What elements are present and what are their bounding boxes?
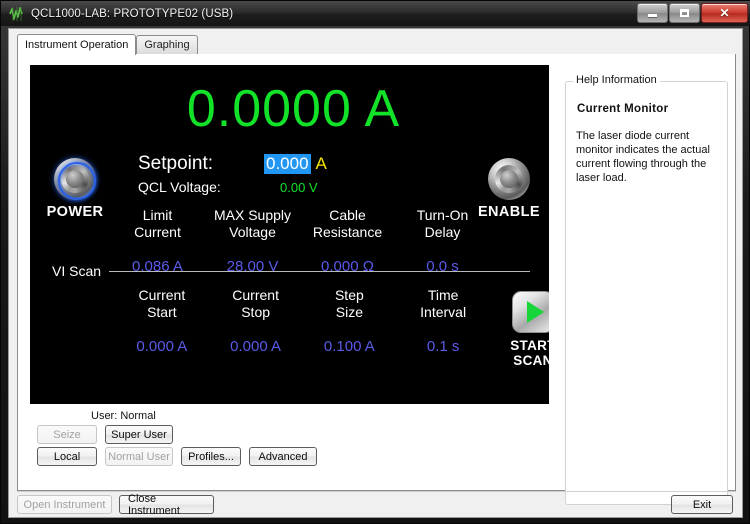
close-icon: ✕: [719, 6, 730, 20]
normal-user-button-label: Normal User: [108, 450, 170, 463]
tab-instrument-operation-label: Instrument Operation: [25, 39, 129, 51]
scan-label-line2: Start: [147, 304, 177, 320]
enable-knob-icon[interactable]: [488, 158, 530, 200]
bottom-bar-right: Exit: [671, 495, 733, 514]
tab-strip: Instrument Operation Graphing: [17, 34, 736, 55]
scan-value[interactable]: 0.1 s: [396, 338, 490, 355]
parameter-label-line2: Voltage: [229, 224, 276, 240]
vi-scan-header: VI Scan: [52, 263, 530, 279]
maximize-button[interactable]: [669, 3, 700, 23]
play-icon: [527, 301, 544, 323]
minimize-button[interactable]: [637, 3, 668, 23]
super-user-button[interactable]: Super User: [105, 425, 173, 444]
qcl-voltage-value: 0.00 V: [280, 180, 318, 195]
setpoint-row: Setpoint: 0.000 A: [138, 153, 368, 177]
bottom-bar-left: Open Instrument Close Instrument: [17, 492, 221, 517]
normal-user-button[interactable]: Normal User: [105, 447, 173, 466]
power-knob-icon[interactable]: [54, 158, 96, 200]
parameter-label-line2: Resistance: [312, 224, 383, 240]
vi-scan-title: VI Scan: [52, 263, 102, 279]
qcl-voltage-row: QCL Voltage: 0.00 V: [138, 179, 368, 199]
exit-button[interactable]: Exit: [671, 495, 733, 514]
help-title: Current Monitor: [577, 103, 669, 115]
power-indicator-ring: [58, 162, 96, 200]
super-user-button-label: Super User: [111, 428, 167, 441]
scan-label-line1: Current: [138, 287, 186, 303]
parameter-label-line1: Cable: [329, 207, 366, 223]
local-button[interactable]: Local: [37, 447, 97, 466]
parameter-label-line2: Delay: [424, 224, 461, 240]
start-scan-control[interactable]: START SCAN: [498, 287, 549, 368]
seize-button-label: Seize: [53, 428, 81, 441]
close-instrument-label: Close Instrument: [128, 492, 180, 517]
help-legend: Help Information: [573, 74, 660, 86]
close-instrument-button[interactable]: Close Instrument: [119, 492, 214, 517]
seize-button[interactable]: Seize: [37, 425, 97, 444]
current-monitor-readout: 0.0000 A: [186, 80, 401, 138]
profiles-button[interactable]: Profiles...: [181, 447, 241, 466]
advanced-button[interactable]: Advanced: [249, 447, 317, 466]
close-button[interactable]: ✕: [701, 3, 748, 23]
parameter-label-line1: Turn-On: [416, 207, 469, 223]
bottom-divider: [17, 491, 736, 492]
enable-control[interactable]: ENABLE: [474, 158, 544, 220]
help-information-panel: Help Information Current Monitor The las…: [565, 74, 728, 505]
advanced-button-label: Advanced: [258, 450, 308, 463]
parameter-label-line1: MAX Supply: [213, 207, 292, 223]
tab-graphing-label: Graphing: [144, 39, 190, 51]
title-bar: QCL1000-LAB: PROTOTYPE02 (USB) ✕: [1, 1, 750, 26]
power-label: POWER: [46, 204, 104, 220]
bottom-bar: Open Instrument Close Instrument Exit: [17, 492, 736, 517]
scan-value[interactable]: 0.000 A: [115, 338, 209, 355]
setpoint-label: Setpoint:: [138, 153, 213, 174]
power-control[interactable]: POWER: [40, 158, 110, 220]
start-scan-button[interactable]: [512, 291, 549, 333]
scan-label-line2: Size: [335, 304, 363, 320]
scan-label-line1: Step: [334, 287, 364, 303]
window-controls: ✕: [637, 3, 748, 23]
maximize-icon: [680, 9, 689, 17]
setpoint-input[interactable]: 0.000: [264, 154, 311, 174]
instrument-display-panel: 0.0000 A POWER ENABLE Setpoint: 0.000 A: [30, 65, 549, 404]
window-title: QCL1000-LAB: PROTOTYPE02 (USB): [31, 7, 234, 20]
parameter-label-line2: Current: [134, 224, 181, 240]
scan-value[interactable]: 0.100 A: [303, 338, 397, 355]
open-instrument-label: Open Instrument: [23, 498, 106, 511]
scan-parameter-current-start[interactable]: Current Start 0.000 A: [115, 287, 209, 355]
scan-value[interactable]: 0.000 A: [209, 338, 303, 355]
user-status-label: User: Normal: [91, 410, 156, 422]
help-body: The laser diode current monitor indicate…: [576, 130, 710, 184]
user-button-row-2: Local Normal User Profiles... Advanced: [37, 447, 325, 466]
setpoint-unit: A: [315, 154, 327, 173]
user-button-row-1: Seize Super User: [37, 425, 181, 444]
scan-label-line2: Stop: [241, 304, 271, 320]
tab-graphing[interactable]: Graphing: [136, 35, 198, 54]
open-instrument-button[interactable]: Open Instrument: [17, 495, 112, 514]
minimize-icon: [648, 14, 657, 17]
vi-scan-divider: [109, 270, 530, 272]
tab-instrument-operation[interactable]: Instrument Operation: [17, 34, 137, 55]
scan-parameter-step-size[interactable]: Step Size 0.100 A: [303, 287, 397, 355]
scan-label-line1: Current: [232, 287, 279, 303]
scan-label-line2: Interval: [420, 304, 467, 320]
parameter-label-line1: Limit: [142, 207, 173, 223]
waveform-icon: [8, 6, 26, 22]
exit-button-label: Exit: [692, 498, 712, 511]
scan-parameter-time-interval[interactable]: Time Interval 0.1 s: [396, 287, 490, 355]
client-area: Instrument Operation Graphing 0.0000 A P…: [8, 28, 743, 518]
start-scan-label-line1: START: [510, 338, 549, 353]
application-window: QCL1000-LAB: PROTOTYPE02 (USB) ✕ Instrum…: [0, 0, 750, 524]
profiles-button-label: Profiles...: [188, 450, 234, 463]
local-button-label: Local: [53, 450, 81, 463]
qcl-voltage-label: QCL Voltage:: [138, 179, 221, 195]
setpoint-block: Setpoint: 0.000 A QCL Voltage: 0.00 V: [138, 153, 368, 199]
scan-label-line1: Time: [427, 287, 459, 303]
scan-parameter-current-stop[interactable]: Current Stop 0.000 A: [209, 287, 303, 355]
scan-parameter-grid: Current Start 0.000 A Current Stop 0.000…: [115, 287, 490, 355]
start-scan-label-line2: SCAN: [513, 353, 549, 368]
